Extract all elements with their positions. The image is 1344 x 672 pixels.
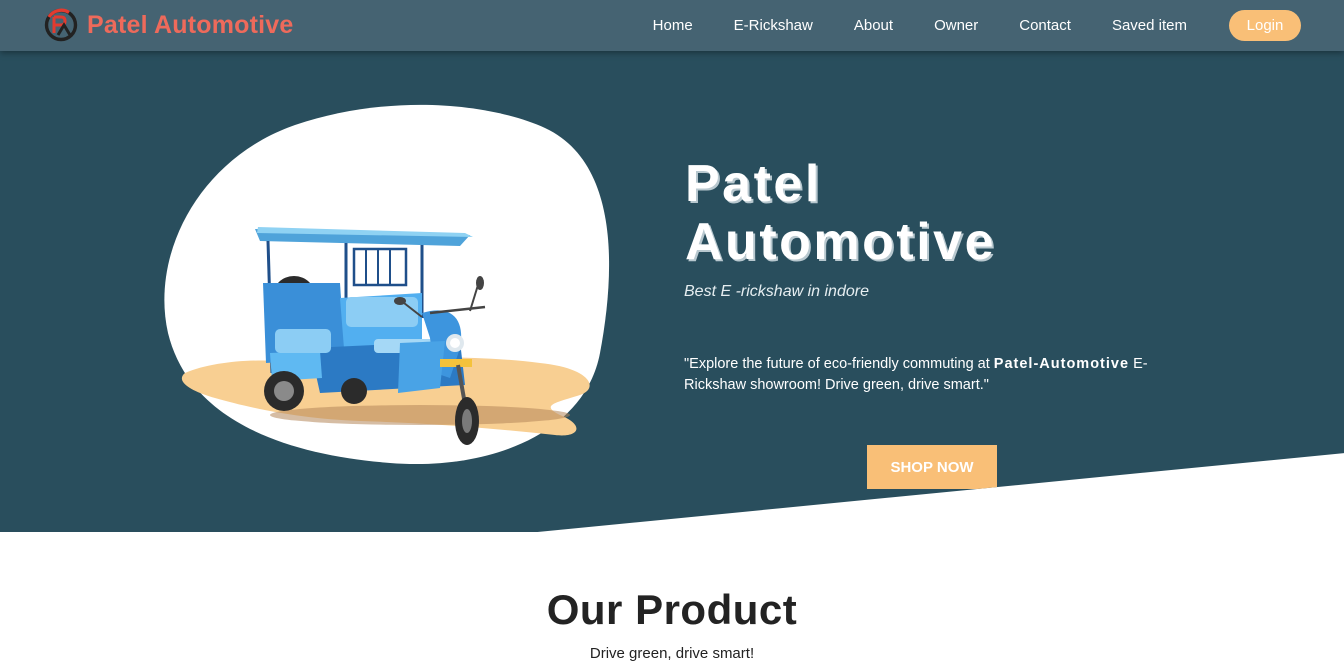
brand-name: Patel Automotive (87, 10, 294, 39)
pa-monogram-icon (44, 8, 78, 42)
hero-title-line-1: Patel (685, 155, 822, 213)
nav-saved-item[interactable]: Saved item (1112, 17, 1187, 34)
hero-section: Patel Automotive Best E -rickshaw in ind… (0, 51, 1344, 532)
hero-desc-brand: Patel-Automotive (993, 356, 1130, 372)
e-rickshaw-illustration (164, 104, 610, 465)
nav-home[interactable]: Home (653, 17, 693, 34)
login-button[interactable]: Login (1229, 10, 1301, 41)
nav-owner[interactable]: Owner (934, 17, 978, 34)
nav-about[interactable]: About (854, 17, 893, 34)
product-section-title: Our Product (546, 586, 798, 633)
nav-contact[interactable]: Contact (1019, 17, 1071, 34)
shop-now-button[interactable]: SHOP NOW (867, 445, 997, 489)
hero-description: "Explore the future of eco-friendly comm… (684, 354, 1184, 396)
hero-subtitle: Best E -rickshaw in indore (684, 283, 869, 300)
product-section-subtitle: Drive green, drive smart! (589, 645, 755, 662)
nav-e-rickshaw[interactable]: E-Rickshaw (734, 17, 813, 34)
navbar: Patel Automotive Home E-Rickshaw About O… (0, 0, 1344, 51)
hero-desc-prefix: "Explore the future of eco-friendly comm… (684, 356, 994, 372)
hero-title: Patel Automotive (685, 155, 1105, 271)
nav-menu: Home E-Rickshaw About Owner Contact Save… (653, 0, 1301, 51)
brand[interactable]: Patel Automotive (44, 6, 293, 44)
hero-title-line-2: Automotive (685, 213, 996, 271)
